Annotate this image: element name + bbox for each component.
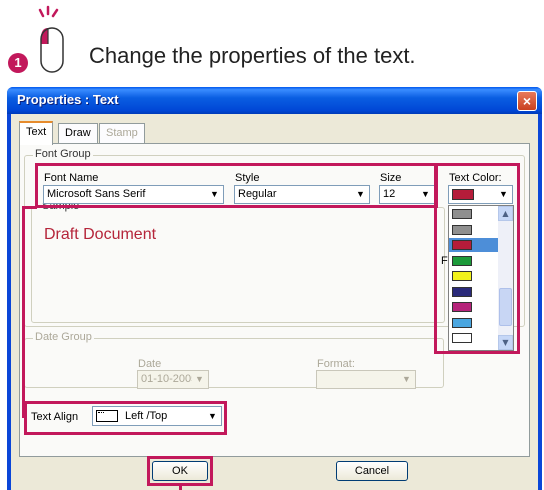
- highlight-connector-ok: [179, 486, 182, 490]
- highlight-ok-button: [147, 456, 213, 486]
- chevron-down-icon: ▼: [192, 372, 207, 387]
- highlight-font-settings: [35, 163, 438, 208]
- highlight-connector-vertical: [22, 206, 25, 418]
- highlight-text-align: [24, 401, 227, 435]
- dialog-title: Properties : Text: [17, 92, 119, 107]
- highlight-text-color: [434, 163, 520, 354]
- close-icon: ×: [522, 93, 532, 109]
- step-number-badge: 1: [8, 53, 28, 73]
- tab-draw[interactable]: Draw: [58, 123, 98, 143]
- format-label: Format:: [317, 358, 355, 370]
- instruction-text: Change the properties of the text.: [89, 43, 416, 68]
- sample-text: Draft Document: [44, 226, 157, 243]
- tab-stamp[interactable]: Stamp: [99, 123, 145, 143]
- date-value: 01-10-2005: [141, 373, 198, 385]
- date-dropdown[interactable]: 01-10-2005 ▼: [137, 370, 209, 389]
- dialog-titlebar: Properties : Text ×: [7, 87, 542, 114]
- tab-text[interactable]: Text: [19, 121, 54, 145]
- highlight-connector-top: [22, 206, 37, 209]
- chevron-down-icon: ▼: [399, 372, 414, 387]
- format-dropdown[interactable]: ▼: [316, 370, 416, 389]
- date-group-label: Date Group: [33, 331, 94, 343]
- font-group-label: Font Group: [33, 148, 93, 160]
- date-label: Date: [138, 358, 162, 370]
- cancel-button[interactable]: Cancel: [336, 461, 408, 481]
- close-button[interactable]: ×: [517, 91, 537, 111]
- mouse-click-icon: [38, 5, 64, 73]
- sample-group-box: Sample Draft Document: [31, 200, 445, 323]
